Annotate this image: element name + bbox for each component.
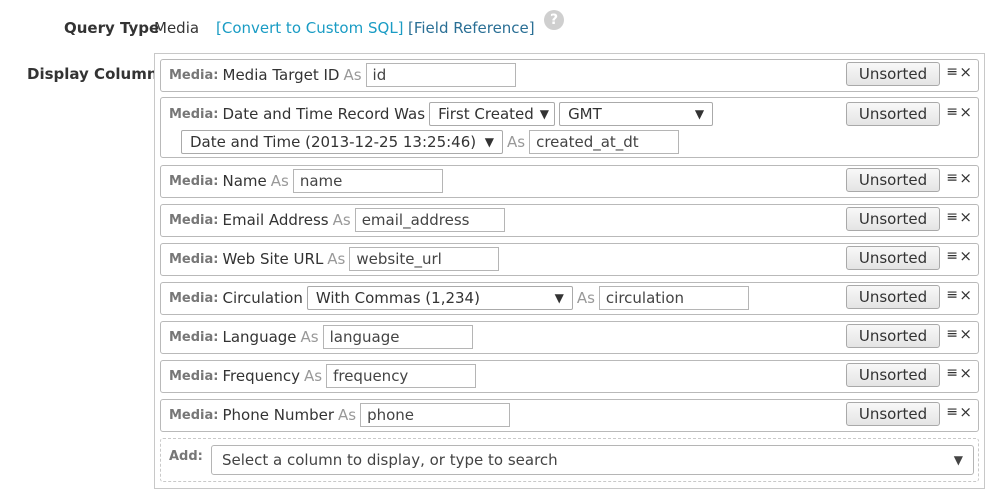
add-column-select[interactable]: Select a column to display, or type to s… [211, 445, 974, 475]
drag-handle-icon[interactable]: ≡ [946, 365, 958, 381]
as-label: As [338, 406, 357, 424]
source-label: Media: [169, 368, 219, 384]
field-name: Circulation [222, 289, 303, 307]
field-name: Date and Time Record Was [222, 105, 426, 123]
column-row-name: Media: Name As Unsorted ≡ × [160, 165, 979, 198]
source-label: Media: [169, 290, 219, 306]
as-label: As [304, 367, 323, 385]
remove-icon[interactable]: × [959, 63, 972, 81]
sort-button[interactable]: Unsorted [846, 324, 940, 348]
drag-handle-icon[interactable]: ≡ [946, 104, 958, 120]
record-event-value: First Created [438, 105, 534, 123]
source-label: Media: [169, 67, 219, 83]
alias-input-frequency[interactable] [326, 364, 477, 388]
chevron-down-icon: ▼ [554, 291, 564, 305]
field-reference-link[interactable]: [Field Reference] [408, 19, 535, 37]
as-label: As [270, 172, 289, 190]
remove-icon[interactable]: × [959, 325, 972, 343]
add-column-placeholder: Select a column to display, or type to s… [222, 451, 558, 469]
drag-handle-icon[interactable]: ≡ [946, 326, 958, 342]
source-label: Media: [169, 212, 219, 228]
sort-button[interactable]: Unsorted [846, 285, 940, 309]
remove-icon[interactable]: × [959, 364, 972, 382]
column-row-frequency: Media: Frequency As Unsorted ≡ × [160, 360, 979, 393]
as-label: As [327, 250, 346, 268]
source-label: Media: [169, 329, 219, 345]
sort-button[interactable]: Unsorted [846, 207, 940, 231]
chevron-down-icon: ▼ [539, 107, 549, 121]
drag-handle-icon[interactable]: ≡ [946, 287, 958, 303]
remove-icon[interactable]: × [959, 103, 972, 121]
help-icon[interactable]: ? [544, 10, 564, 30]
column-row-media-target-id: Media: Media Target ID As Unsorted ≡ × [160, 59, 979, 92]
timezone-value: GMT [568, 105, 602, 123]
alias-input-created-at-dt[interactable] [529, 130, 680, 154]
remove-icon[interactable]: × [959, 286, 972, 304]
add-column-row: Add: Select a column to display, or type… [160, 438, 979, 482]
drag-handle-icon[interactable]: ≡ [946, 64, 958, 80]
field-name: Phone Number [222, 406, 335, 424]
drag-handle-icon[interactable]: ≡ [946, 209, 958, 225]
field-name: Name [222, 172, 267, 190]
sort-button[interactable]: Unsorted [846, 246, 940, 270]
column-row-circulation: Media: Circulation With Commas (1,234) ▼… [160, 282, 979, 315]
drag-handle-icon[interactable]: ≡ [946, 248, 958, 264]
number-format-value: With Commas (1,234) [315, 289, 480, 307]
chevron-down-icon: ▼ [484, 135, 494, 149]
as-label: As [343, 66, 362, 84]
alias-input-id[interactable] [365, 63, 516, 87]
date-format-value: Date and Time (2013-12-25 13:25:46) [190, 133, 477, 151]
drag-handle-icon[interactable]: ≡ [946, 170, 958, 186]
alias-input-language[interactable] [322, 325, 473, 349]
sort-button[interactable]: Unsorted [846, 102, 940, 126]
as-label: As [576, 289, 595, 307]
source-label: Media: [169, 173, 219, 189]
query-type-value: Media [154, 19, 200, 37]
date-format-select[interactable]: Date and Time (2013-12-25 13:25:46) ▼ [181, 130, 503, 154]
remove-icon[interactable]: × [959, 208, 972, 226]
display-columns-label: Display Columns [27, 65, 167, 83]
field-name: Web Site URL [222, 250, 324, 268]
as-label: As [507, 133, 526, 151]
query-type-label: Query Type [64, 19, 160, 37]
alias-input-circulation[interactable] [598, 286, 749, 310]
remove-icon[interactable]: × [959, 247, 972, 265]
column-row-created-at: Media: Date and Time Record Was First Cr… [160, 97, 979, 158]
column-row-language: Media: Language As Unsorted ≡ × [160, 321, 979, 354]
source-label: Media: [169, 106, 219, 122]
alias-input-phone[interactable] [360, 403, 511, 427]
alias-input-name[interactable] [292, 169, 443, 193]
column-row-phone-number: Media: Phone Number As Unsorted ≡ × [160, 399, 979, 432]
sort-button[interactable]: Unsorted [846, 168, 940, 192]
timezone-select[interactable]: GMT ▼ [559, 102, 714, 126]
source-label: Media: [169, 251, 219, 267]
chevron-down-icon: ▼ [953, 453, 963, 467]
field-name: Frequency [222, 367, 301, 385]
as-label: As [332, 211, 351, 229]
remove-icon[interactable]: × [959, 403, 972, 421]
alias-input-email-address[interactable] [354, 208, 505, 232]
remove-icon[interactable]: × [959, 169, 972, 187]
field-name: Email Address [222, 211, 329, 229]
alias-input-website-url[interactable] [349, 247, 500, 271]
sort-button[interactable]: Unsorted [846, 402, 940, 426]
as-label: As [300, 328, 319, 346]
record-event-select[interactable]: First Created ▼ [429, 102, 556, 126]
chevron-down-icon: ▼ [694, 107, 705, 121]
convert-to-custom-sql-link[interactable]: [Convert to Custom SQL] [216, 19, 404, 37]
field-name: Language [222, 328, 297, 346]
number-format-select[interactable]: With Commas (1,234) ▼ [306, 286, 573, 310]
drag-handle-icon[interactable]: ≡ [946, 404, 958, 420]
add-label: Add: [169, 449, 203, 464]
column-row-website-url: Media: Web Site URL As Unsorted ≡ × [160, 243, 979, 276]
sort-button[interactable]: Unsorted [846, 62, 940, 86]
sort-button[interactable]: Unsorted [846, 363, 940, 387]
field-name: Media Target ID [222, 66, 340, 84]
source-label: Media: [169, 407, 219, 423]
column-row-email-address: Media: Email Address As Unsorted ≡ × [160, 204, 979, 237]
